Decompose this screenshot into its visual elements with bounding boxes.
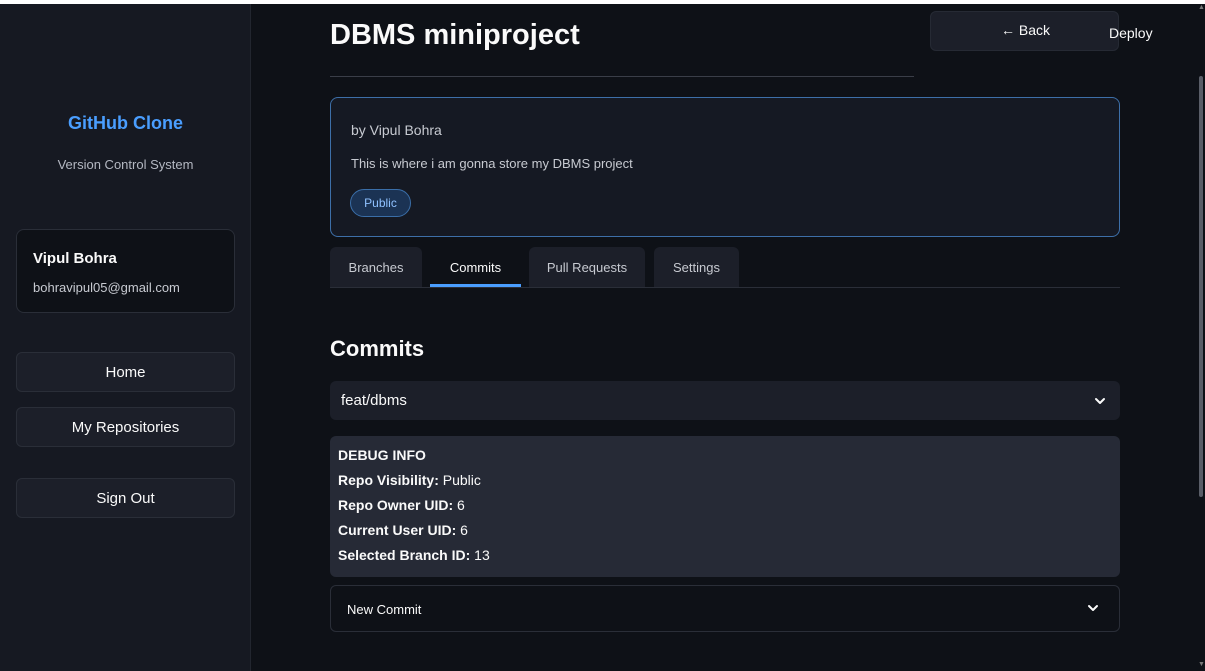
chevron-down-icon — [1088, 605, 1098, 611]
deploy-button[interactable]: Deploy — [1109, 25, 1153, 41]
debug-owner-label: Repo Owner UID: — [338, 497, 454, 513]
tab-settings[interactable]: Settings — [654, 247, 739, 287]
debug-visibility: Repo Visibility: Public — [338, 472, 481, 488]
tab-branches[interactable]: Branches — [330, 247, 422, 287]
section-title: Commits — [330, 336, 425, 361]
debug-owner-uid: Repo Owner UID: 6 — [338, 497, 465, 513]
scroll-up-icon[interactable]: ▲ — [1198, 4, 1205, 11]
my-repositories-button[interactable]: My Repositories — [16, 407, 235, 447]
debug-branch-value: 13 — [474, 547, 490, 563]
home-button[interactable]: Home — [16, 352, 235, 392]
debug-branch-id: Selected Branch ID: 13 — [338, 547, 490, 563]
debug-visibility-value: Public — [442, 472, 481, 488]
repo-owner: by Vipul Bohra — [351, 122, 442, 138]
scrollbar-thumb[interactable] — [1199, 76, 1203, 497]
chevron-down-icon — [1095, 398, 1105, 404]
debug-current-value: 6 — [460, 522, 468, 538]
new-commit-label: New Commit — [347, 602, 422, 617]
debug-info-panel: DEBUG INFO Repo Visibility: Public Repo … — [330, 436, 1120, 577]
repo-description: This is where i am gonna store my DBMS p… — [351, 156, 633, 171]
debug-current-label: Current User UID: — [338, 522, 457, 538]
user-card: Vipul Bohra bohravipul05@gmail.com — [16, 229, 235, 313]
active-tab-indicator — [430, 284, 521, 287]
sidebar: GitHub Clone Version Control System Vipu… — [0, 4, 251, 671]
tab-commits[interactable]: Commits — [430, 247, 521, 287]
debug-heading: DEBUG INFO — [338, 447, 426, 463]
visibility-badge: Public — [350, 189, 411, 217]
user-email: bohravipul05@gmail.com — [33, 280, 180, 295]
debug-branch-label: Selected Branch ID: — [338, 547, 471, 563]
branch-select[interactable]: feat/dbms — [330, 381, 1120, 420]
sign-out-button[interactable]: Sign Out — [16, 478, 235, 518]
page-title: DBMS miniproject — [330, 19, 580, 51]
repo-info-card: by Vipul Bohra This is where i am gonna … — [330, 97, 1120, 237]
divider — [330, 76, 914, 77]
debug-current-uid: Current User UID: 6 — [338, 522, 468, 538]
scroll-down-icon[interactable]: ▼ — [1198, 661, 1205, 668]
tab-pull-requests[interactable]: Pull Requests — [529, 247, 645, 287]
new-commit-expander[interactable]: New Commit — [330, 585, 1120, 632]
user-name: Vipul Bohra — [33, 250, 117, 267]
back-button-label[interactable]: ← Back — [1001, 22, 1050, 38]
debug-owner-value: 6 — [457, 497, 465, 513]
debug-visibility-label: Repo Visibility: — [338, 472, 439, 488]
app-title: GitHub Clone — [68, 113, 183, 133]
branch-select-value: feat/dbms — [341, 392, 407, 409]
app-subtitle: Version Control System — [57, 157, 194, 172]
tab-bar: Branches Commits Pull Requests Settings — [330, 247, 1120, 288]
